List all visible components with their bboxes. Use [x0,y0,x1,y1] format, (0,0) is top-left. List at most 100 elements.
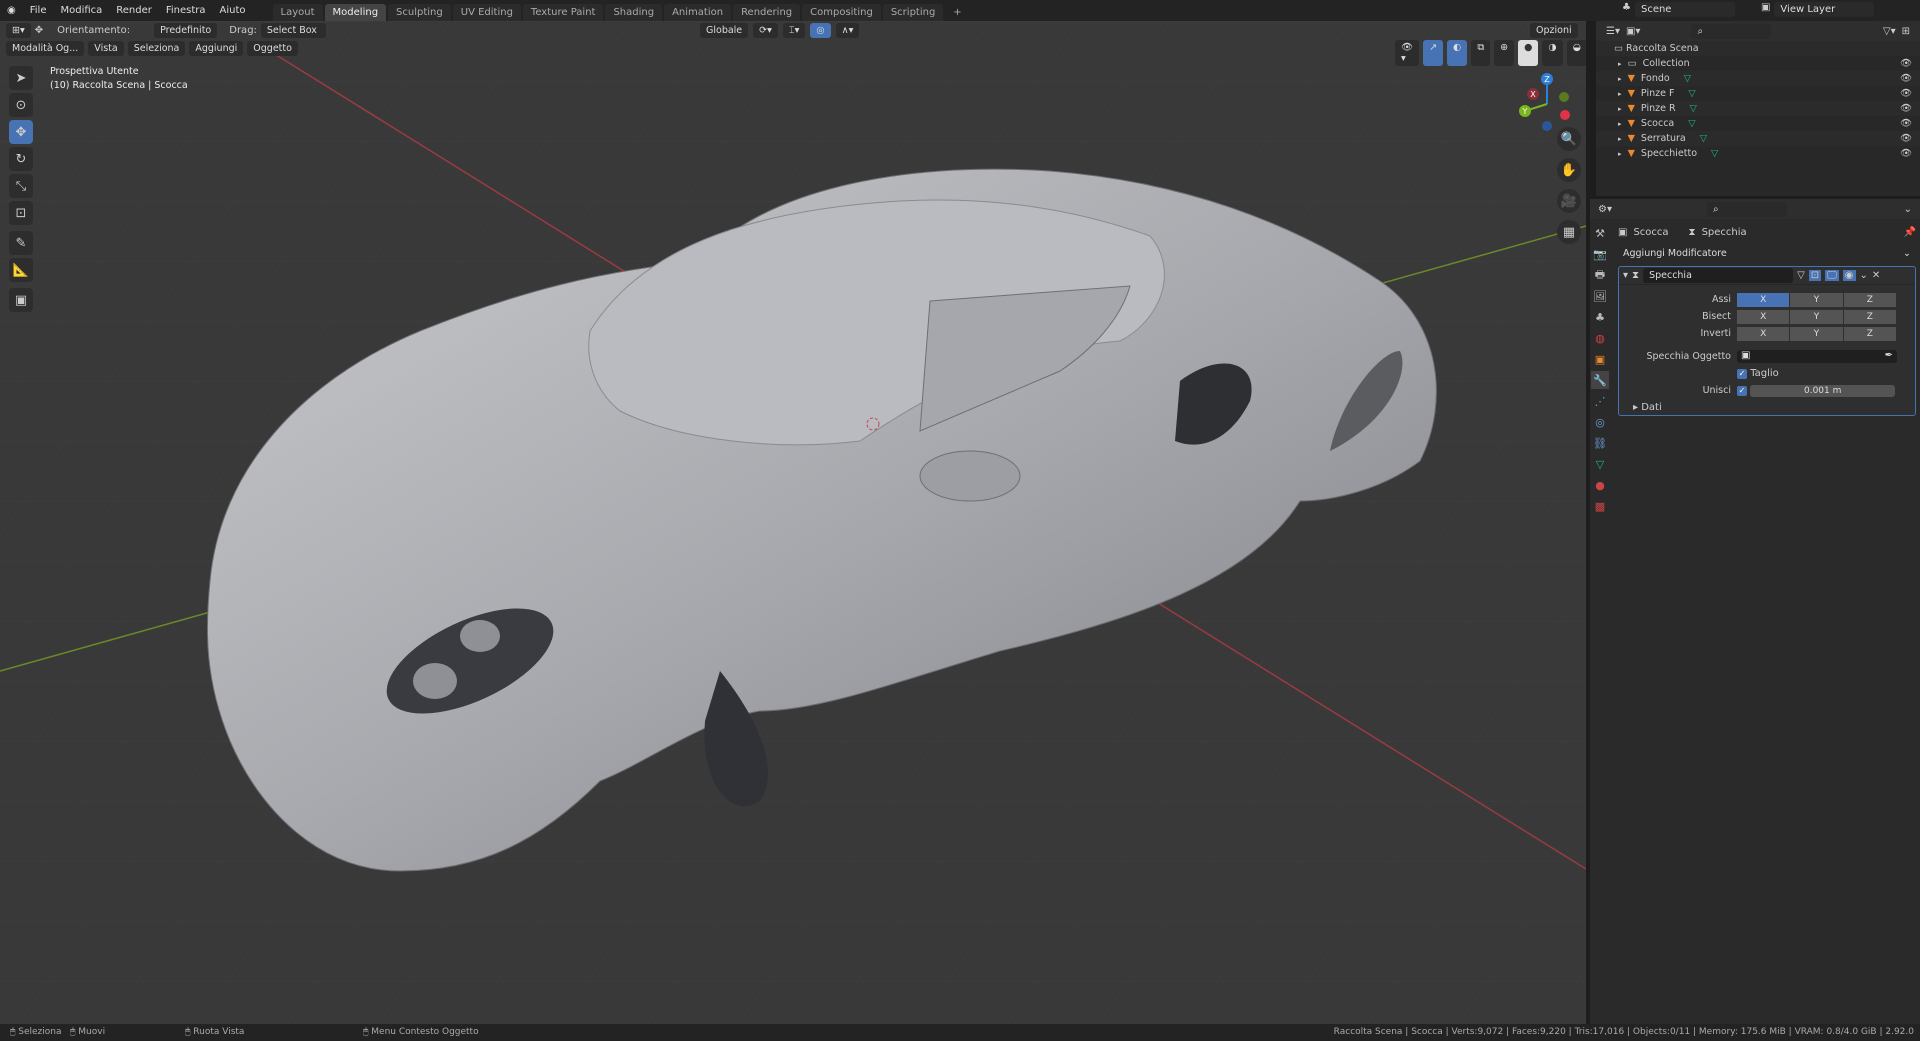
menu-help[interactable]: Aiuto [213,5,253,16]
pin-icon[interactable]: 📌 [1904,227,1916,238]
edit-mode-cage-icon[interactable]: ▽ [1797,270,1805,281]
modifier-name-input[interactable]: Specchia [1643,268,1794,283]
axis-toggle-z[interactable]: Z [1843,292,1896,307]
visibility-icon[interactable]: 👁▾ [1395,40,1420,66]
data-tab-icon[interactable]: ▽ [1591,455,1609,473]
menu-select[interactable]: Seleziona [127,41,186,56]
measure-tool-icon[interactable]: 📐 [9,258,33,282]
clipping-checkbox[interactable]: ✓ [1737,368,1747,379]
remove-modifier-icon[interactable]: ✕ [1872,270,1880,281]
editor-type-button[interactable]: ⊞▾ [6,23,31,38]
expand-icon[interactable]: ▸ [1618,135,1622,143]
drag-dropdown[interactable]: Select Box [260,23,326,38]
eye-icon[interactable]: 👁 [1900,133,1912,144]
view-layer-tab-icon[interactable]: 🖼 [1591,287,1609,305]
outliner-item[interactable]: ▸ ▼ Pinze F ▽ 👁 [1596,86,1920,101]
filter-icon[interactable]: ▽▾ [1883,26,1896,37]
perspective-toggle-icon[interactable]: ▦ [1557,220,1581,244]
rotate-tool-icon[interactable]: ↻ [9,147,33,171]
outliner-search-input[interactable]: ⌕ [1691,23,1772,39]
eye-icon[interactable]: 👁 [1900,73,1912,84]
move-tool-icon[interactable]: ✥ [9,120,33,144]
scale-tool-icon[interactable]: ⤡ [9,174,33,198]
eye-icon[interactable]: 👁 [1900,88,1912,99]
display-mode-icon[interactable]: ☰▾ [1606,26,1620,37]
tab-modeling[interactable]: Modeling [324,4,387,21]
properties-search-input[interactable]: ⌕ [1706,201,1787,217]
view-layer-field[interactable]: View Layer [1774,2,1875,17]
output-tab-icon[interactable]: 🖶 [1591,266,1609,284]
outliner-item[interactable]: ▸ ▼ Fondo ▽ 👁 [1596,71,1920,86]
scene-tab-icon[interactable]: ♣ [1591,308,1609,326]
axis-toggle-x[interactable]: X [1737,309,1790,324]
axis-toggle-y[interactable]: Y [1790,292,1843,307]
render-display-icon[interactable]: ◉ [1842,270,1856,281]
zoom-icon[interactable]: 🔍 [1557,127,1581,151]
axis-toggle-z[interactable]: Z [1843,326,1896,341]
rendered-shading-icon[interactable]: ◒ [1566,40,1586,66]
overlay-toggle-icon[interactable]: ◐ [1447,40,1468,66]
snap-icon[interactable]: ⌶▾ [782,23,806,38]
texture-tab-icon[interactable]: ▩ [1591,497,1609,515]
menu-add[interactable]: Aggiungi [189,41,244,56]
outliner-item[interactable]: ▸ ▼ Serratura ▽ 👁 [1596,131,1920,146]
xray-icon[interactable]: ⧉ [1471,40,1491,66]
blender-logo-icon[interactable]: ◉ [0,5,23,16]
annotate-tool-icon[interactable]: ✎ [9,231,33,255]
solid-shading-icon[interactable]: ● [1518,40,1539,66]
expand-icon[interactable]: ▸ [1618,75,1622,83]
add-cube-tool-icon[interactable]: ▣ [9,288,33,312]
new-collection-icon[interactable]: ⊞ [1902,26,1910,37]
merge-distance-field[interactable]: 0.001 m [1750,384,1896,397]
tab-layout[interactable]: Layout [272,4,323,21]
particles-tab-icon[interactable]: ⋰ [1591,392,1609,410]
render-tab-icon[interactable]: 📷 [1591,245,1609,263]
axis-toggle-y[interactable]: Y [1790,309,1843,324]
expand-icon[interactable]: ▸ [1618,150,1622,158]
eyedropper-icon[interactable]: ✒ [1885,350,1893,363]
axis-toggle-y[interactable]: Y [1790,326,1843,341]
axis-toggle-x[interactable]: X [1737,326,1790,341]
tab-scripting[interactable]: Scripting [882,4,944,21]
world-tab-icon[interactable]: ◍ [1591,329,1609,347]
tool-tab-icon[interactable]: ⚒ [1591,224,1609,242]
tab-animation[interactable]: Animation [664,4,732,21]
eye-icon[interactable]: 👁 [1900,58,1912,69]
scene-field[interactable]: Scene [1634,2,1735,17]
outliner-root[interactable]: ▭ Raccolta Scena [1596,41,1920,56]
menu-view[interactable]: Vista [88,41,124,56]
wireframe-shading-icon[interactable]: ⊕ [1494,40,1515,66]
eye-icon[interactable]: 👁 [1900,103,1912,114]
axis-toggle-x[interactable]: X [1737,292,1790,307]
options-chevron-icon[interactable]: ⌄ [1904,204,1912,215]
transform-tool-icon[interactable]: ⊡ [9,201,33,225]
outliner-item[interactable]: ▸ ▼ Pinze R ▽ 👁 [1596,101,1920,116]
eye-icon[interactable]: 👁 [1900,148,1912,159]
editor-type-icon[interactable]: ⚙▾ [1598,204,1612,215]
select-box-tool-icon[interactable]: ➤ [9,66,33,90]
tab-rendering[interactable]: Rendering [733,4,801,21]
outliner-item[interactable]: ▸ ▼ Scocca ▽ 👁 [1596,116,1920,131]
tab-texture-paint[interactable]: Texture Paint [522,4,604,21]
tab-compositing[interactable]: Compositing [802,4,881,21]
tab-uv-editing[interactable]: UV Editing [452,4,521,21]
eye-icon[interactable]: 👁 [1900,118,1912,129]
merge-checkbox[interactable]: ✓ [1737,385,1747,396]
menu-window[interactable]: Finestra [159,5,213,16]
collapse-icon[interactable]: ▾ [1623,270,1628,281]
object-tab-icon[interactable]: ▣ [1591,350,1609,368]
data-subpanel-toggle[interactable]: ▸ [1633,402,1641,413]
pivot-point-icon[interactable]: ⟳▾ [753,23,778,38]
menu-object[interactable]: Oggetto [247,41,298,56]
menu-render[interactable]: Render [109,5,159,16]
add-modifier-dropdown[interactable]: Aggiungi Modificatore ⌄ [1618,247,1916,261]
scene-icon[interactable]: ♣ [1622,2,1631,17]
expand-icon[interactable]: ▸ [1618,120,1622,128]
options-dropdown[interactable]: Opzioni [1530,23,1578,38]
transform-orientation-dropdown[interactable]: Globale [700,23,749,38]
camera-view-icon[interactable]: 🎥 [1557,189,1581,213]
mirror-object-field[interactable]: ▣ ✒ [1737,350,1897,363]
cursor-tool-icon[interactable]: ⊙ [9,93,33,117]
menu-edit[interactable]: Modifica [53,5,109,16]
gizmo-toggle-icon[interactable]: ↗ [1423,40,1444,66]
